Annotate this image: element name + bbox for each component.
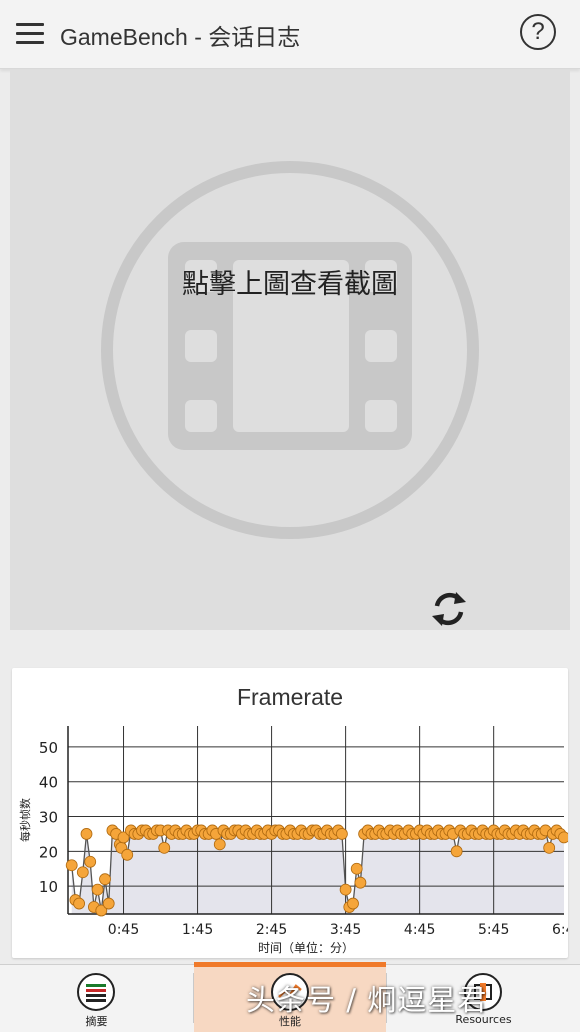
tab-summary[interactable]: 摘要 — [0, 965, 193, 1032]
tab-summary-label: 摘要 — [85, 1015, 108, 1028]
y-axis-label: 每秒帧数 — [18, 798, 32, 842]
data-point — [76, 866, 89, 879]
data-point — [121, 848, 134, 861]
menu-icon[interactable] — [14, 20, 46, 48]
data-point — [558, 831, 568, 844]
y-tick-label: 40 — [39, 774, 58, 792]
x-axis-label: 时间（单位：分） — [258, 940, 354, 955]
data-point — [350, 862, 363, 875]
data-point — [84, 855, 97, 868]
data-point — [80, 828, 93, 840]
data-point — [354, 876, 367, 889]
data-point — [65, 859, 78, 872]
data-point — [213, 838, 226, 851]
framerate-chart: 10 20 30 40 50 0:45 1:45 2:45 3:45 4:45 5:45 6:45 时间… — [18, 726, 568, 955]
data-point — [73, 897, 86, 910]
watermark-text: 头条号 / 炯逗星君 — [246, 983, 488, 1017]
x-tick-label: 0:45 — [108, 922, 139, 938]
y-tick-label: 30 — [39, 809, 58, 827]
data-point — [91, 883, 104, 896]
y-tick-label: 20 — [39, 843, 58, 861]
film-placeholder-icon — [101, 161, 479, 539]
x-tick-label: 2:45 — [256, 922, 287, 938]
data-point — [347, 897, 359, 910]
y-tick-label: 10 — [39, 878, 58, 896]
screenshot-hint: 點擊上圖查看截圖 — [182, 269, 398, 300]
x-tick-label: 5:45 — [478, 922, 509, 938]
x-tick-label: 3:45 — [330, 922, 361, 938]
screenshot-viewer[interactable] — [10, 70, 570, 630]
help-button[interactable]: ? — [520, 14, 556, 50]
x-tick-label: 1:45 — [182, 922, 213, 938]
x-tick-label: 6:45 — [552, 922, 568, 938]
refresh-icon[interactable] — [429, 589, 469, 629]
data-point — [102, 897, 115, 910]
x-tick-label: 4:45 — [404, 922, 435, 938]
chart-area-fill — [71, 830, 565, 914]
data-point — [339, 883, 352, 896]
app-bar: GameBench - 会话日志 ? — [0, 0, 580, 69]
summary-icon — [77, 973, 115, 1011]
data-point — [450, 845, 463, 858]
framerate-chart-card: Framerate 10 20 30 40 50 0:45 1:45 2:45 3:45 4:45… — [12, 668, 568, 958]
y-tick-label: 50 — [39, 739, 58, 757]
page-title: GameBench - 会话日志 — [60, 24, 301, 50]
data-point — [336, 828, 348, 840]
data-point — [99, 873, 111, 886]
data-point — [543, 841, 556, 854]
data-point — [158, 841, 171, 854]
